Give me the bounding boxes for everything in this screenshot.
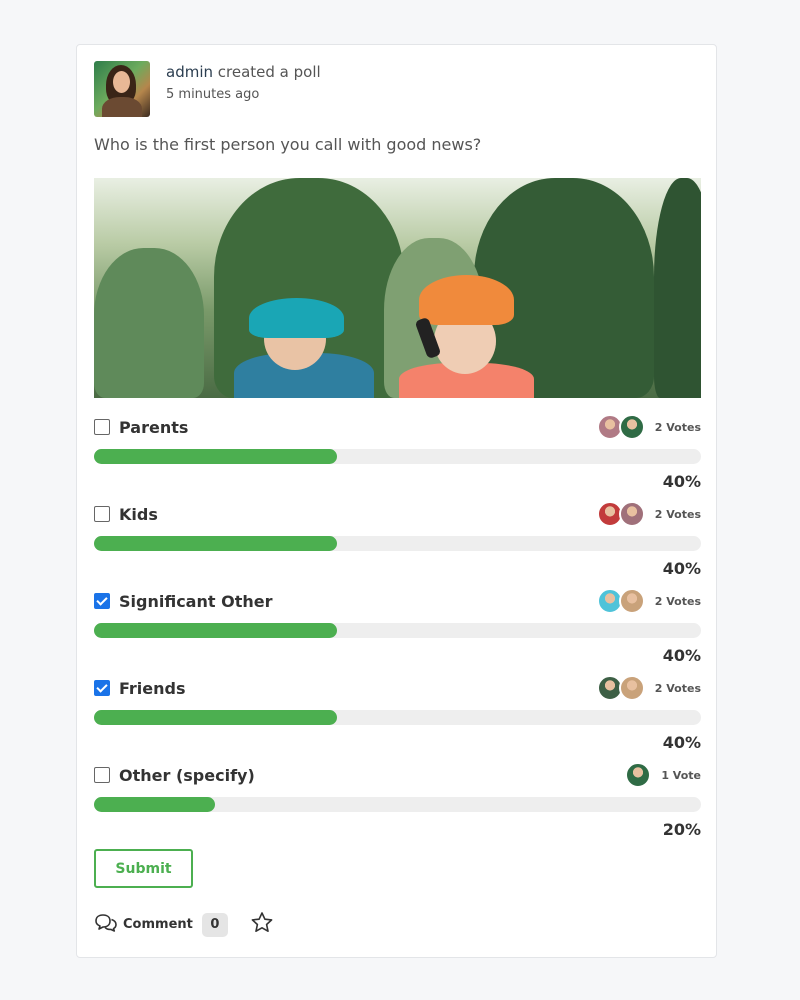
progress-fill — [94, 449, 337, 464]
post-timestamp[interactable]: 5 minutes ago — [166, 87, 321, 102]
post-action-text: created a poll — [213, 63, 321, 81]
vote-count: 2 Votes — [654, 681, 701, 695]
progress-fill — [94, 536, 337, 551]
option-checkbox[interactable] — [94, 680, 110, 696]
poll-card: admin created a poll 5 minutes ago Who i… — [76, 44, 717, 958]
voters[interactable]: 2 Votes — [596, 588, 701, 614]
option-checkbox[interactable] — [94, 506, 110, 522]
comment-button[interactable]: Comment 0 — [94, 912, 228, 937]
star-icon[interactable] — [250, 911, 274, 938]
poll-option: Parents 2 Votes 40% — [94, 414, 701, 502]
option-label[interactable]: Kids — [119, 505, 158, 524]
voters[interactable]: 1 Vote — [625, 762, 701, 788]
option-label[interactable]: Significant Other — [119, 592, 272, 611]
poll-option: Friends 2 Votes 40% — [94, 675, 701, 763]
author-avatar[interactable] — [94, 61, 150, 117]
post-actions: Comment 0 — [94, 911, 274, 938]
voter-avatar[interactable] — [618, 414, 645, 440]
progress-track — [94, 449, 701, 464]
voter-avatar[interactable] — [618, 588, 645, 614]
progress-track — [94, 536, 701, 551]
option-percent: 20% — [662, 820, 701, 839]
poll-option: Other (specify) 1 Vote 20% — [94, 762, 701, 850]
vote-count: 1 Vote — [661, 768, 701, 782]
option-label[interactable]: Friends — [119, 679, 186, 698]
option-percent: 40% — [662, 733, 701, 752]
poll-option: Kids 2 Votes 40% — [94, 501, 701, 589]
poll-option: Significant Other 2 Votes 40% — [94, 588, 701, 676]
poll-question: Who is the first person you call with go… — [94, 135, 482, 154]
progress-track — [94, 797, 701, 812]
poll-options: Parents 2 Votes 40% Kids 2 Votes 40% Sig… — [94, 414, 701, 850]
voter-avatar[interactable] — [618, 501, 645, 527]
post-meta: admin created a poll 5 minutes ago — [166, 63, 321, 102]
voter-avatar[interactable] — [625, 762, 652, 788]
option-checkbox[interactable] — [94, 593, 110, 609]
progress-fill — [94, 710, 337, 725]
voters[interactable]: 2 Votes — [596, 675, 701, 701]
option-checkbox[interactable] — [94, 767, 110, 783]
submit-button[interactable]: Submit — [94, 849, 193, 888]
option-percent: 40% — [662, 646, 701, 665]
option-checkbox[interactable] — [94, 419, 110, 435]
voters[interactable]: 2 Votes — [596, 501, 701, 527]
progress-fill — [94, 797, 216, 812]
voters[interactable]: 2 Votes — [596, 414, 701, 440]
vote-count: 2 Votes — [654, 507, 701, 521]
option-percent: 40% — [662, 472, 701, 491]
poll-image — [94, 178, 701, 398]
progress-fill — [94, 623, 337, 638]
post-header: admin created a poll 5 minutes ago — [94, 61, 321, 117]
vote-count: 2 Votes — [654, 420, 701, 434]
speech-bubbles-icon — [94, 913, 118, 937]
option-label[interactable]: Other (specify) — [119, 766, 255, 785]
option-percent: 40% — [662, 559, 701, 578]
author-name[interactable]: admin — [166, 63, 213, 81]
voter-avatar[interactable] — [618, 675, 645, 701]
comment-count-badge: 0 — [201, 912, 228, 937]
progress-track — [94, 710, 701, 725]
comment-label: Comment — [123, 917, 193, 932]
vote-count: 2 Votes — [654, 594, 701, 608]
progress-track — [94, 623, 701, 638]
option-label[interactable]: Parents — [119, 418, 188, 437]
